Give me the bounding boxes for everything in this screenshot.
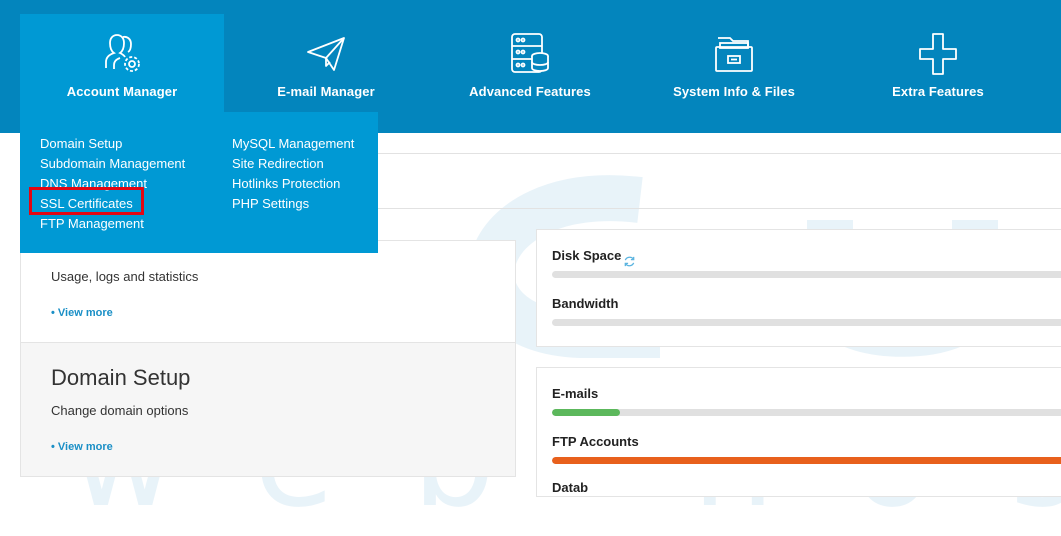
nav-label: Advanced Features xyxy=(469,84,591,99)
account-limits-panel: E-mails FTP Accounts Datab xyxy=(536,367,1061,497)
menu-item-mysql-management[interactable]: MySQL Management xyxy=(232,134,354,154)
nav-extra-features[interactable]: Extra Features xyxy=(836,14,1040,133)
account-manager-dropdown: Domain Setup Subdomain Management DNS Ma… xyxy=(20,112,378,253)
menu-item-ftp-management[interactable]: FTP Management xyxy=(40,214,185,234)
menu-item-site-redirection[interactable]: Site Redirection xyxy=(232,154,354,174)
ftp-accounts-bar xyxy=(552,457,1061,464)
card-description: Usage, logs and statistics xyxy=(51,269,199,284)
ftp-accounts-label: FTP Accounts xyxy=(552,434,639,449)
emails-fill xyxy=(552,409,620,416)
users-gear-icon xyxy=(105,34,140,72)
folder-icon xyxy=(715,37,753,72)
databases-label: Datab xyxy=(552,480,589,495)
menu-item-php-settings[interactable]: PHP Settings xyxy=(232,194,354,214)
nav-system-info-files[interactable]: System Info & Files xyxy=(632,14,836,133)
nav-label: Extra Features xyxy=(892,84,984,99)
disk-space-bar xyxy=(552,271,1061,278)
divider xyxy=(378,208,1061,209)
disk-space-label: Disk Space xyxy=(552,248,622,263)
dropdown-column-2: MySQL Management Site Redirection Hotlin… xyxy=(232,134,354,214)
menu-item-hotlinks-protection[interactable]: Hotlinks Protection xyxy=(232,174,354,194)
nav-advanced-features[interactable]: Advanced Features xyxy=(428,14,632,133)
divider xyxy=(378,153,1061,154)
plus-icon xyxy=(919,33,957,75)
paper-plane-icon xyxy=(307,37,345,71)
domain-setup-card: Domain Setup Change domain options • Vie… xyxy=(20,342,516,477)
emails-bar xyxy=(552,409,1061,416)
ftp-accounts-fill xyxy=(552,457,1061,464)
refresh-icon[interactable] xyxy=(623,255,636,268)
menu-item-subdomain-management[interactable]: Subdomain Management xyxy=(40,154,185,174)
resource-usage-panel: Disk Space Bandwidth xyxy=(536,229,1061,347)
statistics-card: Usage, logs and statistics • View more xyxy=(20,240,516,343)
nav-label: Account Manager xyxy=(66,84,178,99)
view-more-link[interactable]: • View more xyxy=(51,441,113,453)
nav-label: System Info & Files xyxy=(673,84,795,99)
bandwidth-label: Bandwidth xyxy=(552,296,619,311)
bandwidth-bar xyxy=(552,319,1061,326)
nav-label: E-mail Manager xyxy=(277,84,375,99)
view-more-link[interactable]: • View more xyxy=(51,307,113,319)
emails-label: E-mails xyxy=(552,386,599,401)
card-title: Domain Setup xyxy=(51,365,191,390)
menu-item-domain-setup[interactable]: Domain Setup xyxy=(40,134,185,154)
ssl-highlight-box xyxy=(29,187,144,215)
dropdown-column-1: Domain Setup Subdomain Management DNS Ma… xyxy=(40,134,185,234)
card-description: Change domain options xyxy=(51,403,189,418)
database-icon xyxy=(511,33,549,73)
